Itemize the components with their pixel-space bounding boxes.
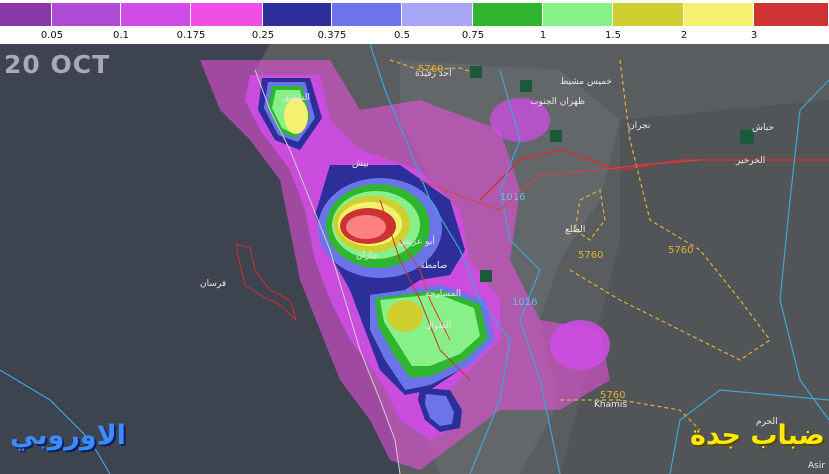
legend-tick: 0.1 bbox=[113, 30, 129, 41]
place-label: صامطة bbox=[420, 261, 447, 271]
place-label: المسارحة bbox=[425, 289, 461, 299]
isobar-label: 1016 bbox=[512, 297, 537, 308]
forecast-date-label: 20 OCT bbox=[4, 50, 111, 79]
legend-swatch bbox=[613, 3, 684, 26]
place-label: خميس مشيط bbox=[560, 77, 612, 87]
road-shield-icon bbox=[520, 80, 532, 92]
road-shield-icon bbox=[470, 66, 482, 78]
geopotential-label: 5760 bbox=[578, 250, 603, 261]
place-label: فرسان bbox=[200, 279, 226, 289]
place-label: الظلع bbox=[565, 225, 585, 235]
legend-swatch bbox=[543, 3, 613, 26]
legend-swatch bbox=[684, 3, 754, 26]
place-label: حباش bbox=[752, 123, 774, 133]
model-name-label: الاوروبي bbox=[10, 420, 126, 451]
legend-tick: 2 bbox=[680, 30, 688, 41]
legend-swatch bbox=[402, 3, 473, 26]
forecast-map: 5760 5760 5760 5760 1016 1016 نجران جازا… bbox=[0, 44, 829, 474]
legend-swatch bbox=[473, 3, 543, 26]
legend-swatch bbox=[52, 3, 121, 26]
precip-cell-east bbox=[550, 320, 610, 370]
place-label: ظهران الجنوب bbox=[530, 97, 585, 107]
precip-core-pink bbox=[346, 215, 386, 239]
legend-tick: 0.05 bbox=[40, 30, 64, 41]
legend-tick: 0.75 bbox=[461, 30, 485, 41]
brand-watermark: ضباب جدة bbox=[690, 420, 825, 451]
place-label: الشقيق bbox=[282, 93, 310, 103]
geopotential-label: 5760 bbox=[668, 245, 693, 256]
legend-swatch bbox=[263, 3, 332, 26]
legend-tick: 0.5 bbox=[394, 30, 410, 41]
place-label: بيش bbox=[352, 159, 369, 169]
place-label: الخرخير bbox=[735, 156, 765, 166]
place-label: أحد رفيدة bbox=[415, 67, 451, 79]
legend-tick: 0.175 bbox=[176, 30, 206, 41]
precipitation-legend: 0.05 0.1 0.175 0.25 0.375 0.5 0.75 1 1.5… bbox=[0, 0, 829, 44]
precip-core-south-olive bbox=[387, 300, 423, 332]
road-shield-icon bbox=[480, 270, 492, 282]
precip-core-yellow bbox=[284, 98, 308, 134]
place-label: نجران bbox=[628, 121, 650, 131]
legend-swatch bbox=[332, 3, 402, 26]
isobar-label: 1016 bbox=[500, 192, 525, 203]
legend-tick: 0.375 bbox=[317, 30, 347, 41]
legend-tick: 1 bbox=[539, 30, 547, 41]
place-label: Asir bbox=[808, 461, 825, 471]
legend-tick: 1.5 bbox=[605, 30, 621, 41]
place-label: أبو عريش bbox=[398, 235, 435, 247]
legend-tick: 0.25 bbox=[251, 30, 275, 41]
legend-swatch bbox=[754, 3, 829, 26]
place-label: الطوال bbox=[425, 321, 451, 331]
legend-tick: 3 bbox=[750, 30, 758, 41]
place-label: جازان bbox=[356, 251, 378, 261]
place-label: Khamis bbox=[594, 400, 627, 410]
legend-swatch bbox=[191, 3, 263, 26]
legend-swatch bbox=[121, 3, 191, 26]
road-shield-icon bbox=[550, 130, 562, 142]
legend-swatch bbox=[0, 3, 52, 26]
